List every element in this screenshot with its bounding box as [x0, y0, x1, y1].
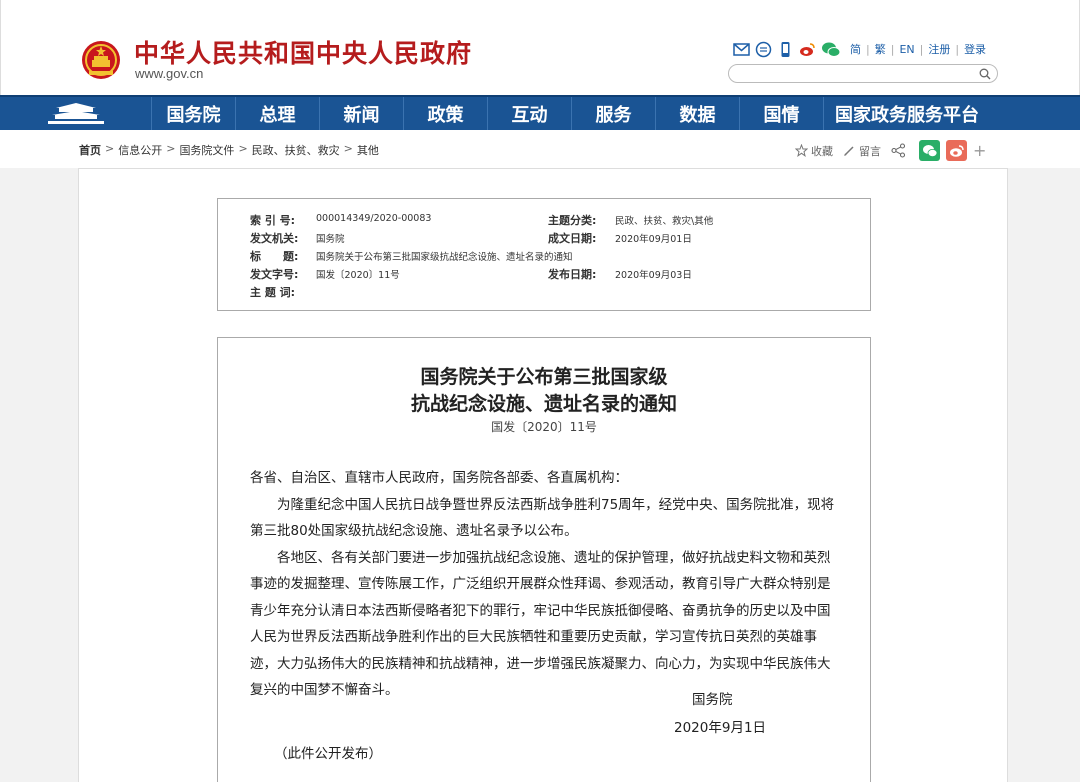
document-text: 各省、自治区、直辖市人民政府，国务院各部委、各直属机构： 为隆重纪念中国人民抗日…	[250, 465, 842, 704]
nav-item-news[interactable]: 新闻	[320, 97, 404, 130]
chevron-right-icon: >	[343, 142, 353, 155]
english-link[interactable]: EN	[899, 43, 914, 56]
chevron-right-icon: >	[105, 142, 115, 155]
site-url[interactable]: www.gov.cn	[135, 66, 203, 81]
publish-date-label: 发布日期:	[548, 268, 597, 281]
traditional-link[interactable]: 繁	[875, 41, 886, 57]
publish-date-value: 2020年09月03日	[615, 270, 692, 281]
nav-item-premier[interactable]: 总理	[236, 97, 320, 130]
comment-label: 留言	[859, 144, 881, 158]
document-body: 国务院关于公布第三批国家级 抗战纪念设施、遗址名录的通知 国发〔2020〕11号…	[217, 337, 871, 782]
comment-button[interactable]: 留言	[843, 143, 881, 159]
divider: |	[919, 42, 924, 56]
favorite-label: 收藏	[811, 144, 833, 158]
top-links: 简 | 繁 | EN | 注册 | 登录	[850, 41, 986, 57]
tiananmen-icon[interactable]	[0, 97, 152, 130]
register-link[interactable]: 注册	[928, 41, 950, 57]
paragraph-2: 各地区、各有关部门要进一步加强抗战纪念设施、遗址的保护管理，做好抗战史料文物和英…	[250, 549, 831, 699]
share-tools: 收藏 留言 +	[795, 140, 986, 161]
doc-no-label: 发文字号:	[250, 268, 299, 281]
breadcrumb-council-docs[interactable]: 国务院文件	[179, 142, 234, 158]
message-icon[interactable]	[755, 41, 772, 58]
signature: 国务院	[692, 692, 733, 708]
salutation: 各省、自治区、直辖市人民政府，国务院各部委、各直属机构：	[250, 470, 628, 486]
search-input[interactable]	[739, 66, 969, 81]
site-title[interactable]: 中华人民共和国中央人民政府	[134, 34, 472, 70]
breadcrumb-info-disclosure[interactable]: 信息公开	[118, 142, 162, 158]
weibo-icon[interactable]	[799, 41, 816, 58]
breadcrumb-civil-affairs[interactable]: 民政、扶贫、救灾	[252, 142, 340, 158]
breadcrumb: 首页 > 信息公开 > 国务院文件 > 民政、扶贫、救灾 > 其他	[79, 142, 379, 158]
document-title-line1: 国务院关于公布第三批国家级	[420, 366, 668, 388]
topic-label: 主题分类:	[548, 214, 597, 227]
issuer-value: 国务院	[316, 234, 345, 245]
doc-no-value: 国发〔2020〕11号	[316, 270, 400, 281]
more-share-button[interactable]: +	[973, 141, 986, 160]
search-box	[728, 64, 998, 83]
share-wechat-button[interactable]	[919, 140, 940, 161]
paragraph-1: 为隆重纪念中国人民抗日战争暨世界反法西斯战争胜利75周年，经党中央、国务院批准，…	[250, 496, 835, 540]
breadcrumb-bar: 首页 > 信息公开 > 国务院文件 > 民政、扶贫、救灾 > 其他 收藏 留言 …	[0, 130, 1080, 168]
title-label: 标 题:	[250, 250, 299, 263]
document-date: 2020年9月1日	[674, 720, 767, 736]
issuer-label: 发文机关:	[250, 232, 299, 245]
tiananmen-graphic	[47, 102, 104, 124]
favorite-button[interactable]: 收藏	[795, 143, 833, 159]
written-date-label: 成文日期:	[548, 232, 597, 245]
index-no-value: 000014349/2020-00083	[316, 213, 432, 224]
written-date-value: 2020年09月01日	[615, 234, 692, 245]
publication-note: （此件公开发布）	[274, 746, 382, 762]
wechat-icon	[922, 144, 937, 157]
mail-icon[interactable]	[733, 41, 750, 58]
nav-item-state-council[interactable]: 国务院	[152, 97, 236, 130]
nav-item-policy[interactable]: 政策	[404, 97, 488, 130]
share-icon	[891, 143, 906, 158]
nav-item-interaction[interactable]: 互动	[488, 97, 572, 130]
search-icon[interactable]	[979, 68, 991, 80]
content-panel: 索 引 号: 000014349/2020-00083 主题分类: 民政、扶贫、…	[78, 168, 1008, 782]
star-icon	[795, 144, 808, 157]
share-button[interactable]	[891, 143, 909, 158]
nav-item-service-platform[interactable]: 国家政务服务平台	[824, 97, 990, 130]
mobile-icon[interactable]	[777, 41, 794, 58]
wechat-icon[interactable]	[821, 41, 841, 58]
document-metadata: 索 引 号: 000014349/2020-00083 主题分类: 民政、扶贫、…	[217, 198, 871, 311]
nav-item-national-info[interactable]: 国情	[740, 97, 824, 130]
topic-value: 民政、扶贫、救灾\其他	[615, 216, 714, 227]
document-number: 国发〔2020〕11号	[491, 420, 597, 434]
pencil-icon	[844, 146, 854, 156]
breadcrumb-home[interactable]: 首页	[79, 142, 101, 158]
divider: |	[955, 42, 960, 56]
chevron-right-icon: >	[166, 142, 176, 155]
document-title-line2: 抗战纪念设施、遗址名录的通知	[410, 393, 677, 415]
index-no-label: 索 引 号:	[250, 214, 296, 227]
weibo-icon	[949, 144, 964, 157]
nav-item-services[interactable]: 服务	[572, 97, 656, 130]
breadcrumb-other[interactable]: 其他	[357, 142, 379, 158]
divider: |	[866, 42, 870, 56]
share-weibo-button[interactable]	[946, 140, 967, 161]
keywords-label: 主 题 词:	[250, 286, 296, 299]
divider: |	[890, 42, 895, 56]
national-emblem-icon[interactable]	[81, 38, 121, 82]
title-value: 国务院关于公布第三批国家级抗战纪念设施、遗址名录的通知	[316, 252, 573, 263]
login-link[interactable]: 登录	[964, 41, 986, 57]
nav-item-data[interactable]: 数据	[656, 97, 740, 130]
chevron-right-icon: >	[238, 142, 248, 155]
top-toolbar: 简 | 繁 | EN | 注册 | 登录	[733, 40, 986, 58]
main-nav: 国务院 总理 新闻 政策 互动 服务 数据 国情 国家政务服务平台	[0, 95, 1080, 130]
simplified-link[interactable]: 简	[850, 41, 861, 57]
site-header: 中华人民共和国中央人民政府 www.gov.cn 简 | 繁 | EN | 注册…	[0, 0, 1080, 95]
